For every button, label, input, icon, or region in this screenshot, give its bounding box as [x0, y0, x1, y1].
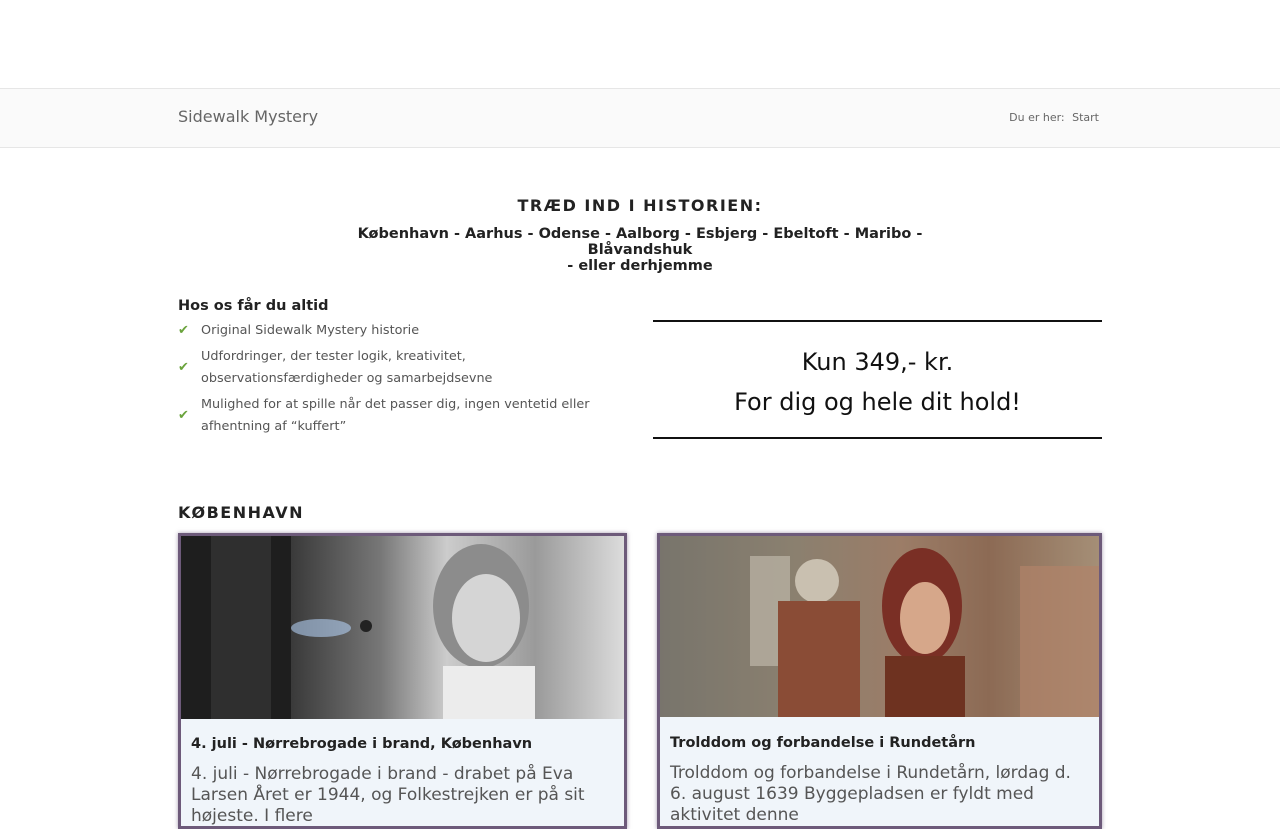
- hero-heading: TRÆD IND I HISTORIEN:: [517, 196, 763, 215]
- site-title[interactable]: Sidewalk Mystery: [178, 107, 318, 126]
- story-title[interactable]: Trolddom og forbandelse i Rundetårn: [660, 717, 1099, 751]
- breadcrumb: Du er her: Start: [1005, 111, 1099, 124]
- feature-text: Mulighed for at spille når det passer di…: [201, 397, 590, 434]
- story-image[interactable]: [660, 536, 1099, 717]
- story-image-illustration: [660, 536, 1099, 717]
- story-image-illustration: [181, 536, 535, 719]
- top-header: [0, 0, 1280, 88]
- feature-text: Original Sidewalk Mystery historie: [201, 323, 420, 338]
- check-icon: ✔: [178, 360, 189, 375]
- feature-item: ✔ Mulighed for at spille når det passer …: [178, 394, 623, 438]
- breadcrumb-current[interactable]: Start: [1072, 111, 1099, 124]
- check-icon: ✔: [178, 323, 189, 338]
- story-card[interactable]: 4. juli - Nørrebrogade i brand, Københav…: [178, 533, 627, 829]
- story-description: Trolddom og forbandelse i Rundetårn, lør…: [670, 763, 1071, 825]
- price-box: Kun 349,- kr. For dig og hele dit hold!: [653, 320, 1102, 439]
- price-subtext: For dig og hele dit hold!: [734, 388, 1021, 416]
- cities-line-1: København - Aarhus - Odense - Aalborg - …: [357, 226, 923, 258]
- breadcrumb-prefix: Du er her:: [1009, 111, 1065, 124]
- feature-item: ✔ Udfordringer, der tester logik, kreati…: [178, 346, 623, 390]
- story-card[interactable]: Trolddom og forbandelse i Rundetårn Trol…: [657, 533, 1102, 829]
- story-description: 4. juli - Nørrebrogade i brand - drabet …: [191, 764, 585, 826]
- section-title-kobenhavn: KØBENHAVN: [178, 503, 305, 522]
- title-bar: Sidewalk Mystery Du er her: Start: [0, 88, 1280, 148]
- cities-list: København - Aarhus - Odense - Aalborg - …: [340, 226, 940, 274]
- cities-line-2: - eller derhjemme: [567, 258, 713, 274]
- feature-item: ✔ Original Sidewalk Mystery historie: [178, 320, 623, 342]
- feature-text: Udfordringer, der tester logik, kreativi…: [201, 349, 493, 386]
- story-title[interactable]: 4. juli - Nørrebrogade i brand, Københav…: [181, 719, 624, 752]
- price-text: Kun 349,- kr.: [801, 348, 954, 376]
- story-image[interactable]: [181, 536, 624, 719]
- features-list: Hos os får du altid ✔ Original Sidewalk …: [178, 298, 623, 442]
- check-icon: ✔: [178, 408, 189, 423]
- features-title: Hos os får du altid: [178, 298, 329, 314]
